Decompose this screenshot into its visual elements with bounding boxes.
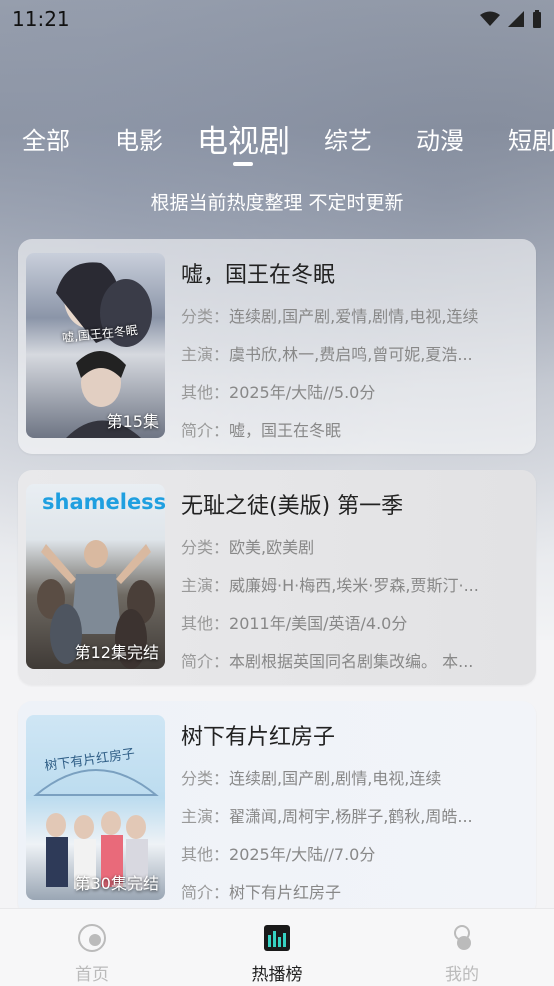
drama-card[interactable]: shameless 第12集完结 无耻之徒(美版) 第一季 分类：欧美,欧美剧 … xyxy=(18,470,536,685)
drama-card[interactable]: 嘘,国王在冬眠 第15集 嘘，国王在冬眠 分类：连续剧,国产剧,爱情,剧情,电视… xyxy=(18,239,536,454)
tab-all[interactable]: 全部 xyxy=(22,121,70,156)
other-label: 其他： xyxy=(181,845,230,864)
category-value: 连续剧,国产剧,剧情,电视,连续 xyxy=(229,769,442,788)
other-value: 2025年/大陆//5.0分 xyxy=(229,383,376,402)
cast-value: 威廉姆·H·梅西,埃米·罗森,贾斯汀·... xyxy=(229,576,479,595)
intro-value: 本剧根据英国同名剧集改编。 本... xyxy=(229,652,474,671)
wifi-icon xyxy=(480,11,500,26)
home-icon xyxy=(78,924,106,952)
category-tabs: 全部 电影 电视剧 综艺 动漫 短剧 xyxy=(0,108,554,168)
status-time: 11:21 xyxy=(12,7,70,31)
status-bar: 11:21 xyxy=(0,0,554,38)
nav-hot-label: 热播榜 xyxy=(251,965,303,985)
poster-image: shameless 第12集完结 xyxy=(26,484,165,669)
cast-label: 主演： xyxy=(181,807,230,826)
cast-value: 翟潇闻,周柯宇,杨胖子,鹤秋,周皓... xyxy=(229,807,473,826)
intro-label: 简介： xyxy=(181,652,230,671)
chart-icon xyxy=(264,925,290,951)
intro-value: 树下有片红房子 xyxy=(229,883,342,902)
nav-home-label: 首页 xyxy=(75,965,109,985)
tab-short-drama[interactable]: 短剧 xyxy=(508,121,554,156)
nav-hot[interactable]: 热播榜 xyxy=(237,919,317,985)
category-value: 欧美,欧美剧 xyxy=(229,538,315,557)
profile-icon xyxy=(454,925,471,950)
nav-mine[interactable]: 我的 xyxy=(422,919,502,985)
poster-image: 树下有片红房子 第30集完结 xyxy=(26,715,165,900)
nav-home[interactable]: 首页 xyxy=(52,919,132,985)
drama-title: 嘘，国王在冬眠 xyxy=(181,263,336,288)
episode-badge: 第30集完结 xyxy=(74,874,159,893)
cast-label: 主演： xyxy=(181,345,230,364)
drama-card[interactable]: 树下有片红房子 第30集完结 树下有片红房子 分类：连续剧,国产剧,剧情,电视,… xyxy=(18,701,536,916)
drama-title: 无耻之徒(美版) 第一季 xyxy=(181,494,404,519)
drama-title: 树下有片红房子 xyxy=(181,725,336,750)
category-label: 分类： xyxy=(181,769,230,788)
active-tab-indicator xyxy=(233,162,253,166)
poster-image: 嘘,国王在冬眠 第15集 xyxy=(26,253,165,438)
category-label: 分类： xyxy=(181,538,230,557)
other-label: 其他： xyxy=(181,614,230,633)
other-value: 2011年/美国/英语/4.0分 xyxy=(229,614,408,633)
battery-icon xyxy=(533,10,541,28)
episode-badge: 第15集 xyxy=(106,412,159,431)
category-value: 连续剧,国产剧,爱情,剧情,电视,连续 xyxy=(229,307,479,326)
cast-label: 主演： xyxy=(181,576,230,595)
intro-label: 简介： xyxy=(181,883,230,902)
tab-variety[interactable]: 综艺 xyxy=(324,121,372,156)
tab-movie[interactable]: 电影 xyxy=(115,121,163,156)
intro-value: 嘘，国王在冬眠 xyxy=(229,421,342,440)
bottom-nav: 首页 热播榜 我的 xyxy=(0,908,554,986)
nav-mine-label: 我的 xyxy=(445,965,479,985)
cast-value: 虞书欣,林一,费启鸣,曾可妮,夏浩... xyxy=(229,345,473,364)
category-label: 分类： xyxy=(181,307,230,326)
tab-tv[interactable]: 电视剧 xyxy=(197,116,290,161)
other-value: 2025年/大陆//7.0分 xyxy=(229,845,376,864)
subtitle: 根据当前热度整理 不定时更新 xyxy=(150,192,404,214)
intro-label: 简介： xyxy=(181,421,230,440)
other-label: 其他： xyxy=(181,383,230,402)
poster-title-text: shameless xyxy=(42,490,165,514)
episode-badge: 第12集完结 xyxy=(74,643,159,662)
tab-anime[interactable]: 动漫 xyxy=(416,121,464,156)
signal-icon xyxy=(508,11,524,27)
